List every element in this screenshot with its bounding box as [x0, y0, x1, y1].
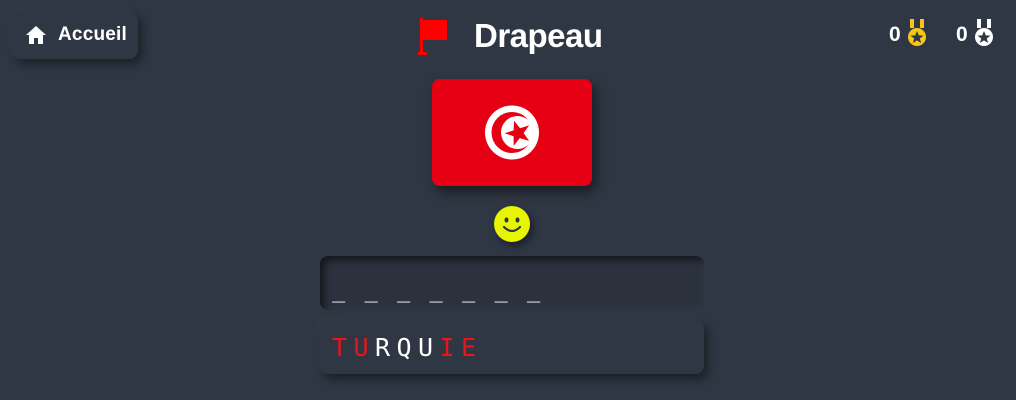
guess-letter: I	[439, 332, 455, 362]
game-screen: Accueil Drapeau 0 0 _ _ _ _ _ _ _ T U R …	[0, 0, 1016, 400]
page-header: Drapeau	[418, 14, 603, 58]
home-button-label: Accueil	[58, 24, 127, 45]
gold-medal-icon	[907, 18, 927, 53]
home-icon	[24, 23, 48, 47]
page-title: Drapeau	[474, 17, 603, 54]
answer-field[interactable]: _ _ _ _ _ _ _	[320, 256, 704, 310]
guess-letter: U	[353, 332, 369, 362]
gold-score-value: 0	[889, 23, 901, 46]
gold-score: 0	[889, 18, 927, 53]
smiley-icon	[494, 206, 530, 242]
guess-row: T U R Q U I E	[320, 320, 704, 374]
silver-score-value: 0	[956, 23, 968, 46]
guess-letter: Q	[396, 332, 412, 362]
guess-letter: E	[461, 332, 477, 362]
home-button[interactable]: Accueil	[12, 11, 138, 59]
flag-icon	[418, 16, 450, 56]
guess-letter: T	[332, 332, 348, 362]
silver-medal-icon	[974, 18, 994, 53]
answer-slots: _ _ _ _ _ _ _	[332, 278, 544, 303]
silver-score: 0	[956, 18, 994, 53]
guess-letter: R	[375, 332, 391, 362]
tunisia-flag	[432, 79, 592, 186]
guess-letter: U	[418, 332, 434, 362]
